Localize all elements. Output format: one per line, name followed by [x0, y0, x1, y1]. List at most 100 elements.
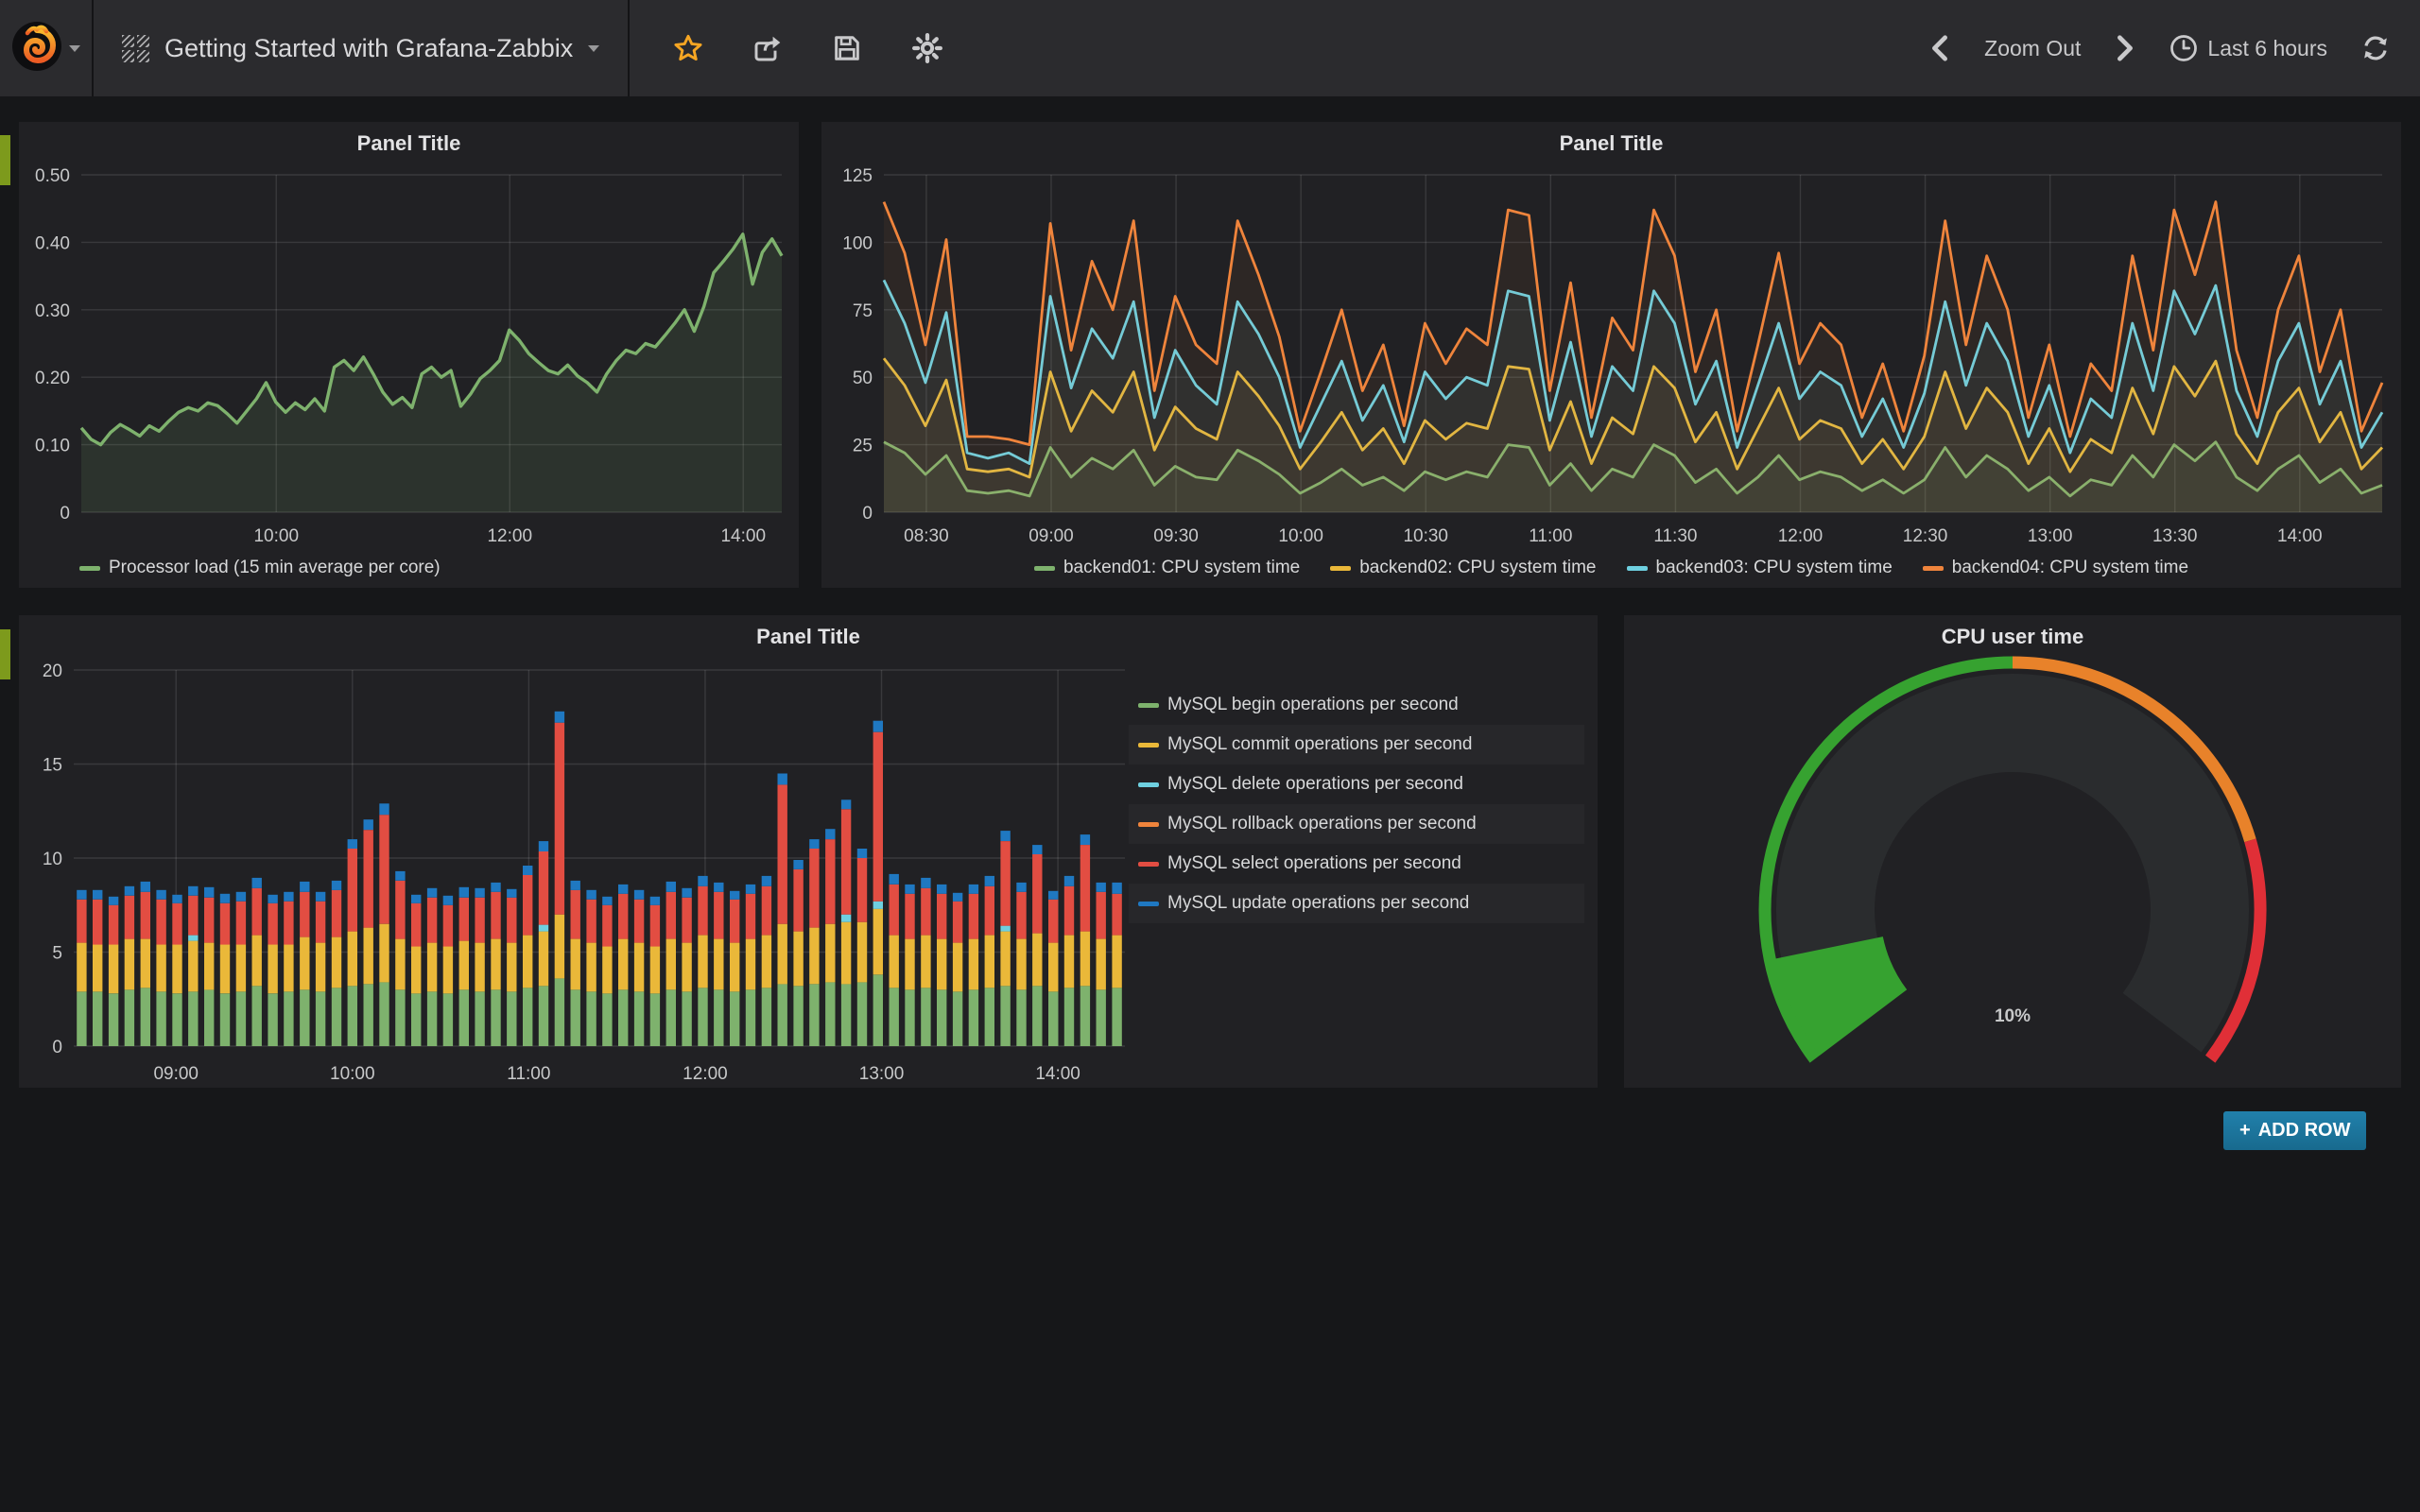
- svg-text:125: 125: [842, 166, 873, 186]
- legend-item[interactable]: backend01: CPU system time: [1034, 558, 1300, 578]
- add-row-label: ADD ROW: [2258, 1120, 2351, 1142]
- legend-item[interactable]: MySQL begin operations per second: [1129, 685, 1584, 725]
- legend-series-label: backend01: CPU system time: [1063, 558, 1300, 578]
- svg-text:13:00: 13:00: [2028, 526, 2073, 546]
- svg-text:0: 0: [60, 504, 70, 524]
- svg-text:20: 20: [43, 662, 62, 681]
- row-1-menu-handle[interactable]: [0, 135, 10, 185]
- dashboard-title-dropdown[interactable]: Getting Started with Grafana-Zabbix: [94, 0, 630, 96]
- svg-text:100: 100: [842, 233, 873, 253]
- panel-mysql-operations: Panel Title 0510152009:0010:0011:0012:00…: [19, 615, 1598, 1088]
- svg-text:11:00: 11:00: [1529, 526, 1572, 546]
- star-icon: [673, 33, 703, 63]
- time-shift-back-button[interactable]: [1929, 35, 1950, 61]
- legend-series-dash: [1330, 566, 1351, 571]
- mysql-operations-chart[interactable]: 0510152009:0010:0011:0012:0013:0014:00: [19, 653, 1134, 1086]
- svg-text:50: 50: [853, 369, 873, 388]
- legend-item[interactable]: MySQL commit operations per second: [1129, 725, 1584, 765]
- legend-series-label: backend03: CPU system time: [1656, 558, 1893, 578]
- row-2-menu-handle[interactable]: [0, 629, 10, 679]
- legend-item[interactable]: backend02: CPU system time: [1330, 558, 1596, 578]
- svg-text:10:00: 10:00: [253, 526, 299, 546]
- legend-series-dash: [1138, 862, 1159, 867]
- legend-series-label: MySQL update operations per second: [1167, 893, 1469, 914]
- svg-text:0.20: 0.20: [35, 369, 70, 388]
- legend-series-dash: [1034, 566, 1055, 571]
- legend-item[interactable]: backend04: CPU system time: [1923, 558, 2188, 578]
- settings-button[interactable]: [911, 32, 943, 64]
- legend-series-dash: [1923, 566, 1944, 571]
- save-button[interactable]: [832, 33, 862, 63]
- star-button[interactable]: [673, 33, 703, 63]
- svg-text:11:00: 11:00: [507, 1064, 550, 1084]
- svg-text:08:30: 08:30: [904, 526, 949, 546]
- svg-text:75: 75: [853, 301, 873, 321]
- panel-title[interactable]: Panel Title: [19, 615, 1598, 653]
- cpu-system-time-chart[interactable]: 025507510012508:3009:0009:3010:0010:3011…: [821, 160, 2401, 548]
- legend-item[interactable]: MySQL rollback operations per second: [1129, 804, 1584, 844]
- legend-item[interactable]: Processor load (15 min average per core): [79, 558, 441, 578]
- legend-series-dash: [1138, 782, 1159, 787]
- time-controls: Zoom Out Last 6 hours: [1929, 34, 2420, 62]
- panel-title[interactable]: Panel Title: [19, 122, 799, 160]
- legend-item[interactable]: MySQL update operations per second: [1129, 884, 1584, 923]
- panel-legend: MySQL begin operations per second MySQL c…: [1129, 685, 1584, 923]
- legend-series-label: MySQL begin operations per second: [1167, 695, 1459, 715]
- dashboard-title: Getting Started with Grafana-Zabbix: [164, 34, 573, 63]
- panel-title[interactable]: CPU user time: [1624, 615, 2401, 653]
- svg-text:12:00: 12:00: [1778, 526, 1824, 546]
- legend-series-dash: [1138, 703, 1159, 708]
- processor-load-chart[interactable]: 00.100.200.300.400.5010:0012:0014:00: [19, 160, 799, 548]
- panel-legend: backend01: CPU system time backend02: CPU…: [821, 548, 2401, 588]
- add-row-button[interactable]: + ADD ROW: [2223, 1111, 2366, 1150]
- legend-series-label: MySQL rollback operations per second: [1167, 814, 1477, 834]
- legend-item[interactable]: backend03: CPU system time: [1627, 558, 1893, 578]
- dashboard-actions: [630, 32, 987, 64]
- svg-text:09:30: 09:30: [1153, 526, 1199, 546]
- legend-item[interactable]: MySQL delete operations per second: [1129, 765, 1584, 804]
- save-icon: [832, 33, 862, 63]
- svg-text:13:30: 13:30: [2152, 526, 2198, 546]
- svg-text:14:00: 14:00: [2277, 526, 2323, 546]
- grafana-logo-icon: [11, 21, 62, 77]
- cpu-user-time-gauge[interactable]: 10%: [1624, 653, 2401, 1080]
- legend-series-label: MySQL select operations per second: [1167, 853, 1461, 874]
- svg-text:15: 15: [43, 756, 62, 776]
- svg-text:0.10: 0.10: [35, 437, 70, 456]
- legend-series-dash: [1138, 822, 1159, 827]
- navbar: Getting Started with Grafana-Zabbix: [0, 0, 2420, 96]
- svg-text:10: 10: [43, 850, 62, 869]
- time-range-picker[interactable]: Last 6 hours: [2169, 34, 2327, 62]
- legend-series-dash: [1138, 902, 1159, 906]
- panel-processor-load: Panel Title 00.100.200.300.400.5010:0012…: [19, 122, 799, 588]
- legend-series-label: MySQL commit operations per second: [1167, 734, 1472, 755]
- svg-text:10:30: 10:30: [1403, 526, 1448, 546]
- legend-series-label: MySQL delete operations per second: [1167, 774, 1463, 795]
- svg-text:12:00: 12:00: [487, 526, 532, 546]
- zoom-out-label: Zoom Out: [1984, 36, 2081, 61]
- svg-text:10:00: 10:00: [330, 1064, 375, 1084]
- svg-text:12:00: 12:00: [683, 1064, 728, 1084]
- chevron-right-icon: [2115, 35, 2135, 61]
- clock-icon: [2169, 34, 2198, 62]
- gear-icon: [911, 32, 943, 64]
- legend-series-label: backend02: CPU system time: [1359, 558, 1596, 578]
- refresh-button[interactable]: [2361, 34, 2390, 62]
- svg-text:0.50: 0.50: [35, 166, 70, 186]
- legend-series-label: Processor load (15 min average per core): [109, 558, 441, 578]
- zoom-out-button[interactable]: Zoom Out: [1984, 36, 2081, 61]
- time-shift-forward-button[interactable]: [2115, 35, 2135, 61]
- svg-text:10:00: 10:00: [1278, 526, 1323, 546]
- svg-text:0.30: 0.30: [35, 301, 70, 321]
- panel-title[interactable]: Panel Title: [821, 122, 2401, 160]
- time-range-label: Last 6 hours: [2207, 36, 2327, 61]
- svg-text:5: 5: [52, 944, 62, 964]
- share-icon: [752, 33, 783, 63]
- legend-item[interactable]: MySQL select operations per second: [1129, 844, 1584, 884]
- legend-series-dash: [1138, 743, 1159, 747]
- grafana-logo-button[interactable]: [0, 0, 94, 96]
- svg-text:13:00: 13:00: [859, 1064, 905, 1084]
- svg-text:0: 0: [52, 1038, 62, 1057]
- panel-cpu-user-time: CPU user time 10%: [1624, 615, 2401, 1088]
- share-button[interactable]: [752, 33, 783, 63]
